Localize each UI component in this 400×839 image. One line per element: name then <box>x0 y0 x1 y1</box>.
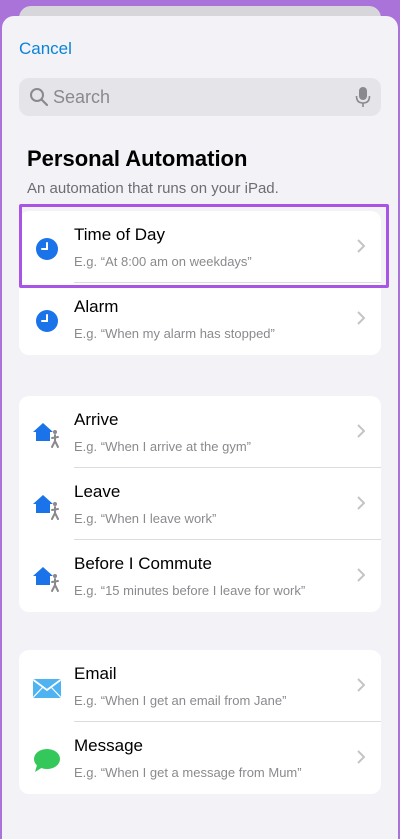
chevron-right-icon <box>357 424 365 438</box>
message-icon <box>34 749 60 772</box>
search-input[interactable] <box>53 78 353 116</box>
trigger-example: E.g. “When my alarm has stopped” <box>74 326 275 341</box>
trigger-example: E.g. “When I get an email from Jane” <box>74 693 287 708</box>
clock-icon <box>36 310 58 332</box>
page-title: Personal Automation <box>27 146 248 171</box>
group-location: Arrive E.g. “When I arrive at the gym” L… <box>19 396 381 612</box>
trigger-label: Arrive <box>74 410 119 429</box>
trigger-alarm[interactable]: Alarm E.g. “When my alarm has stopped” <box>19 283 381 355</box>
chevron-right-icon <box>357 568 365 582</box>
clock-icon <box>36 238 58 260</box>
trigger-label: Email <box>74 664 117 683</box>
search-bar[interactable] <box>19 78 381 116</box>
chevron-right-icon <box>357 750 365 764</box>
automation-sheet: Cancel Personal Automation An automation… <box>2 16 398 839</box>
group-communication: Email E.g. “When I get an email from Jan… <box>19 650 381 794</box>
trigger-example: E.g. “At 8:00 am on weekdays” <box>74 254 252 269</box>
cancel-button[interactable]: Cancel <box>19 39 72 59</box>
chevron-right-icon <box>357 678 365 692</box>
trigger-message[interactable]: Message E.g. “When I get a message from … <box>19 722 381 794</box>
home-person-icon <box>33 423 59 448</box>
trigger-email[interactable]: Email E.g. “When I get an email from Jan… <box>19 650 381 722</box>
page-subtitle: An automation that runs on your iPad. <box>27 180 279 197</box>
mail-icon <box>32 679 62 698</box>
trigger-before-commute[interactable]: Before I Commute E.g. “15 minutes before… <box>19 540 381 612</box>
trigger-label: Alarm <box>74 297 119 316</box>
trigger-example: E.g. “15 minutes before I leave for work… <box>74 583 306 598</box>
group-time: Time of Day E.g. “At 8:00 am on weekdays… <box>19 211 381 355</box>
microphone-icon[interactable] <box>355 86 371 108</box>
chevron-right-icon <box>357 496 365 510</box>
home-person-icon <box>33 495 59 520</box>
chevron-right-icon <box>357 311 365 325</box>
trigger-label: Before I Commute <box>74 554 212 573</box>
trigger-label: Message <box>74 736 143 755</box>
trigger-label: Time of Day <box>74 225 166 244</box>
trigger-example: E.g. “When I arrive at the gym” <box>74 439 252 454</box>
trigger-time-of-day[interactable]: Time of Day E.g. “At 8:00 am on weekdays… <box>19 211 381 283</box>
trigger-leave[interactable]: Leave E.g. “When I leave work” <box>19 468 381 540</box>
search-icon <box>30 88 49 107</box>
trigger-example: E.g. “When I leave work” <box>74 511 217 526</box>
home-person-icon <box>33 567 59 592</box>
trigger-label: Leave <box>74 482 121 501</box>
trigger-example: E.g. “When I get a message from Mum” <box>74 765 302 780</box>
chevron-right-icon <box>357 239 365 253</box>
trigger-arrive[interactable]: Arrive E.g. “When I arrive at the gym” <box>19 396 381 468</box>
